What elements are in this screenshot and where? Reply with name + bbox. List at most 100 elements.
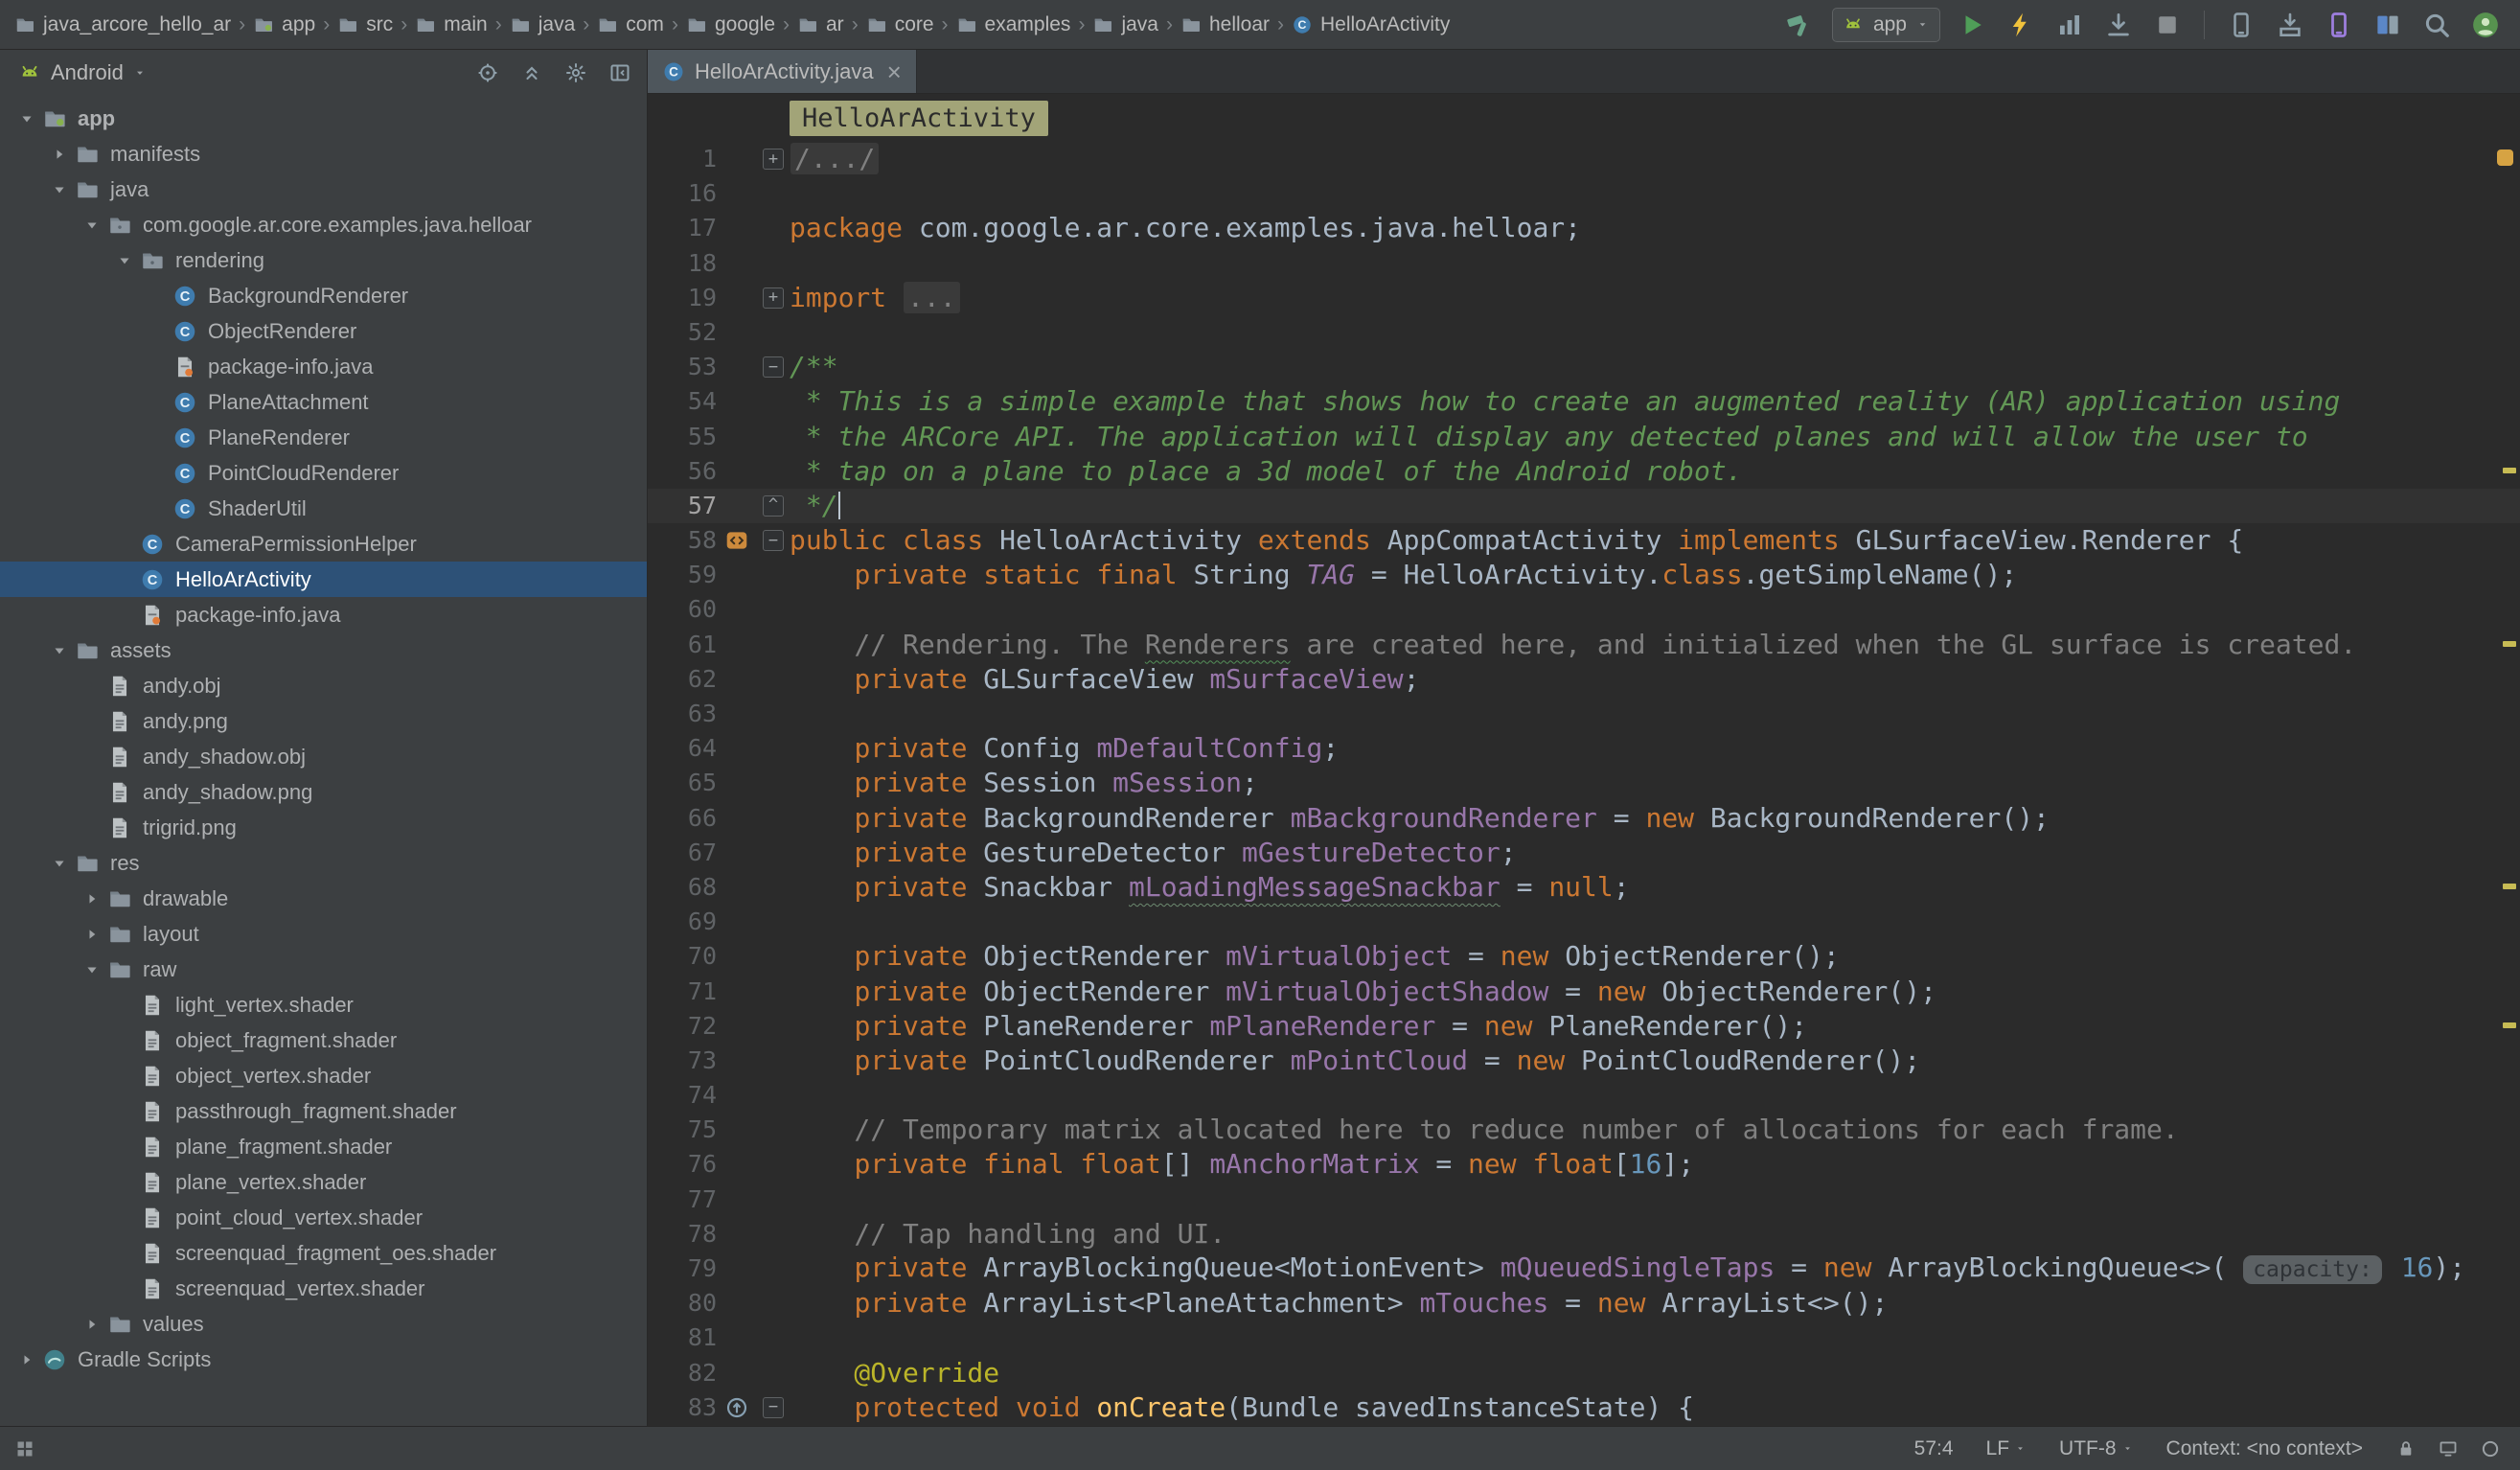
line-number[interactable]: 73 — [648, 1044, 717, 1078]
code-line[interactable]: 54 * This is a simple example that shows… — [648, 384, 2520, 419]
tree-item-values[interactable]: values — [0, 1306, 647, 1342]
line-number[interactable]: 79 — [648, 1252, 717, 1286]
tree-item-camerapermissionhelper[interactable]: CCameraPermissionHelper — [0, 526, 647, 562]
display-settings-icon[interactable] — [2438, 1438, 2459, 1459]
fold-plus-icon[interactable]: + — [757, 287, 790, 309]
device-manager-button[interactable] — [2322, 8, 2356, 42]
sdk-manager-button[interactable] — [2273, 8, 2307, 42]
code-line[interactable]: 17package com.google.ar.core.examples.ja… — [648, 211, 2520, 245]
code-line[interactable]: 62 private GLSurfaceView mSurfaceView; — [648, 662, 2520, 697]
breadcrumb-item-com[interactable]: com — [596, 11, 665, 38]
line-number[interactable]: 81 — [648, 1321, 717, 1355]
tree-item-helloaractivity[interactable]: CHelloArActivity — [0, 562, 647, 597]
apply-changes-button[interactable] — [2004, 8, 2038, 42]
line-number[interactable]: 70 — [648, 939, 717, 974]
fold-minus-icon[interactable]: − — [757, 1397, 790, 1418]
tree-item-java[interactable]: java — [0, 172, 647, 207]
hide-panel-button[interactable] — [608, 61, 631, 84]
tree-expand-icon[interactable] — [111, 251, 138, 270]
code-line[interactable]: 79 private ArrayBlockingQueue<MotionEven… — [648, 1252, 2520, 1286]
code-line[interactable]: 18 — [648, 246, 2520, 281]
breadcrumb-item-ar[interactable]: ar — [796, 11, 845, 38]
tree-item-backgroundrenderer[interactable]: CBackgroundRenderer — [0, 278, 647, 313]
line-number[interactable]: 72 — [648, 1009, 717, 1044]
tree-collapse-icon[interactable] — [79, 925, 105, 944]
line-number[interactable]: 80 — [648, 1286, 717, 1321]
tree-expand-icon[interactable] — [79, 216, 105, 235]
line-number[interactable]: 57 — [648, 489, 717, 523]
code-line[interactable]: 73 private PointCloudRenderer mPointClou… — [648, 1044, 2520, 1078]
code-line[interactable]: 55 * the ARCore API. The application wil… — [648, 420, 2520, 454]
line-number[interactable]: 18 — [648, 246, 717, 281]
line-number[interactable]: 71 — [648, 975, 717, 1009]
code-editor[interactable]: 1+/.../1617package com.google.ar.core.ex… — [648, 142, 2520, 1426]
tree-item-screenquad-fragment-oes-shader[interactable]: screenquad_fragment_oes.shader — [0, 1235, 647, 1271]
tree-item-rendering[interactable]: rendering — [0, 242, 647, 278]
tree-collapse-icon[interactable] — [13, 1350, 40, 1369]
tree-item-layout[interactable]: layout — [0, 916, 647, 952]
line-number[interactable]: 61 — [648, 628, 717, 662]
line-number[interactable]: 67 — [648, 836, 717, 870]
code-line[interactable]: 58−public class HelloArActivity extends … — [648, 523, 2520, 558]
tree-item-gradle-scripts[interactable]: Gradle Scripts — [0, 1342, 647, 1377]
profiler-button[interactable] — [2052, 8, 2087, 42]
code-line[interactable]: 78 // Tap handling and UI. — [648, 1217, 2520, 1252]
code-line[interactable]: 80 private ArrayList<PlaneAttachment> mT… — [648, 1286, 2520, 1321]
line-number[interactable]: 69 — [648, 905, 717, 939]
code-line[interactable]: 53−/** — [648, 350, 2520, 384]
tree-item-object-fragment-shader[interactable]: object_fragment.shader — [0, 1022, 647, 1058]
line-number[interactable]: 83 — [648, 1390, 717, 1425]
stop-button[interactable] — [2150, 8, 2185, 42]
tree-item-package-info-java[interactable]: package-info.java — [0, 349, 647, 384]
line-number[interactable]: 82 — [648, 1356, 717, 1390]
breadcrumb-item-helloaractivity[interactable]: CHelloArActivity — [1291, 11, 1451, 38]
device-file-explorer-button[interactable] — [2371, 8, 2405, 42]
breadcrumb-item-google[interactable]: google — [685, 11, 776, 38]
close-tab-icon[interactable]: × — [887, 59, 902, 84]
line-number[interactable]: 56 — [648, 454, 717, 489]
code-line[interactable]: 75 // Temporary matrix allocated here to… — [648, 1113, 2520, 1147]
tree-item-pointcloudrenderer[interactable]: CPointCloudRenderer — [0, 455, 647, 491]
tree-item-plane-vertex-shader[interactable]: plane_vertex.shader — [0, 1164, 647, 1200]
run-configuration-selector[interactable]: app — [1832, 8, 1940, 42]
line-number[interactable]: 1 — [648, 142, 717, 176]
tree-item-drawable[interactable]: drawable — [0, 881, 647, 916]
code-line[interactable]: 77 — [648, 1183, 2520, 1217]
line-number[interactable]: 64 — [648, 731, 717, 766]
warning-stripe-mark[interactable] — [2503, 468, 2516, 473]
line-number[interactable]: 17 — [648, 211, 717, 245]
attach-debugger-button[interactable] — [2101, 8, 2136, 42]
line-number[interactable]: 65 — [648, 766, 717, 800]
code-line[interactable]: 74 — [648, 1078, 2520, 1113]
run-button[interactable] — [1955, 8, 1989, 42]
tool-window-switcher-icon[interactable] — [13, 1437, 36, 1460]
line-number[interactable]: 54 — [648, 384, 717, 419]
project-view-selector[interactable]: Android — [17, 60, 148, 85]
breadcrumb-item-java-arcore-hello-ar[interactable]: java_arcore_hello_ar — [13, 11, 232, 38]
fold-minus-icon[interactable]: − — [757, 530, 790, 551]
tab-helloaractivity-java[interactable]: C HelloArActivity.java × — [648, 50, 917, 93]
code-line[interactable]: 83− protected void onCreate(Bundle saved… — [648, 1390, 2520, 1425]
inspections-indicator[interactable] — [2497, 149, 2513, 166]
tree-item-andy-shadow-png[interactable]: andy_shadow.png — [0, 774, 647, 810]
line-number[interactable]: 76 — [648, 1147, 717, 1182]
line-number[interactable]: 55 — [648, 420, 717, 454]
line-number[interactable]: 59 — [648, 558, 717, 592]
search-everywhere-button[interactable] — [2419, 8, 2454, 42]
tree-item-light-vertex-shader[interactable]: light_vertex.shader — [0, 987, 647, 1022]
tree-item-planerenderer[interactable]: CPlaneRenderer — [0, 420, 647, 455]
line-number[interactable]: 58 — [648, 523, 717, 558]
breadcrumb-item-src[interactable]: src — [336, 11, 394, 38]
collapse-all-button[interactable] — [520, 61, 543, 84]
tree-expand-icon[interactable] — [13, 109, 40, 128]
line-number[interactable]: 53 — [648, 350, 717, 384]
build-project-button[interactable] — [1783, 8, 1818, 42]
code-line[interactable]: 61 // Rendering. The Renderers are creat… — [648, 628, 2520, 662]
select-opened-file-button[interactable] — [476, 61, 499, 84]
breadcrumb-item-helloar[interactable]: helloar — [1180, 11, 1271, 38]
fold-plus-icon[interactable]: + — [757, 149, 790, 170]
code-line[interactable]: 64 private Config mDefaultConfig; — [648, 731, 2520, 766]
tree-item-app[interactable]: app — [0, 101, 647, 136]
line-number[interactable]: 78 — [648, 1217, 717, 1252]
code-line[interactable]: 82 @Override — [648, 1356, 2520, 1390]
